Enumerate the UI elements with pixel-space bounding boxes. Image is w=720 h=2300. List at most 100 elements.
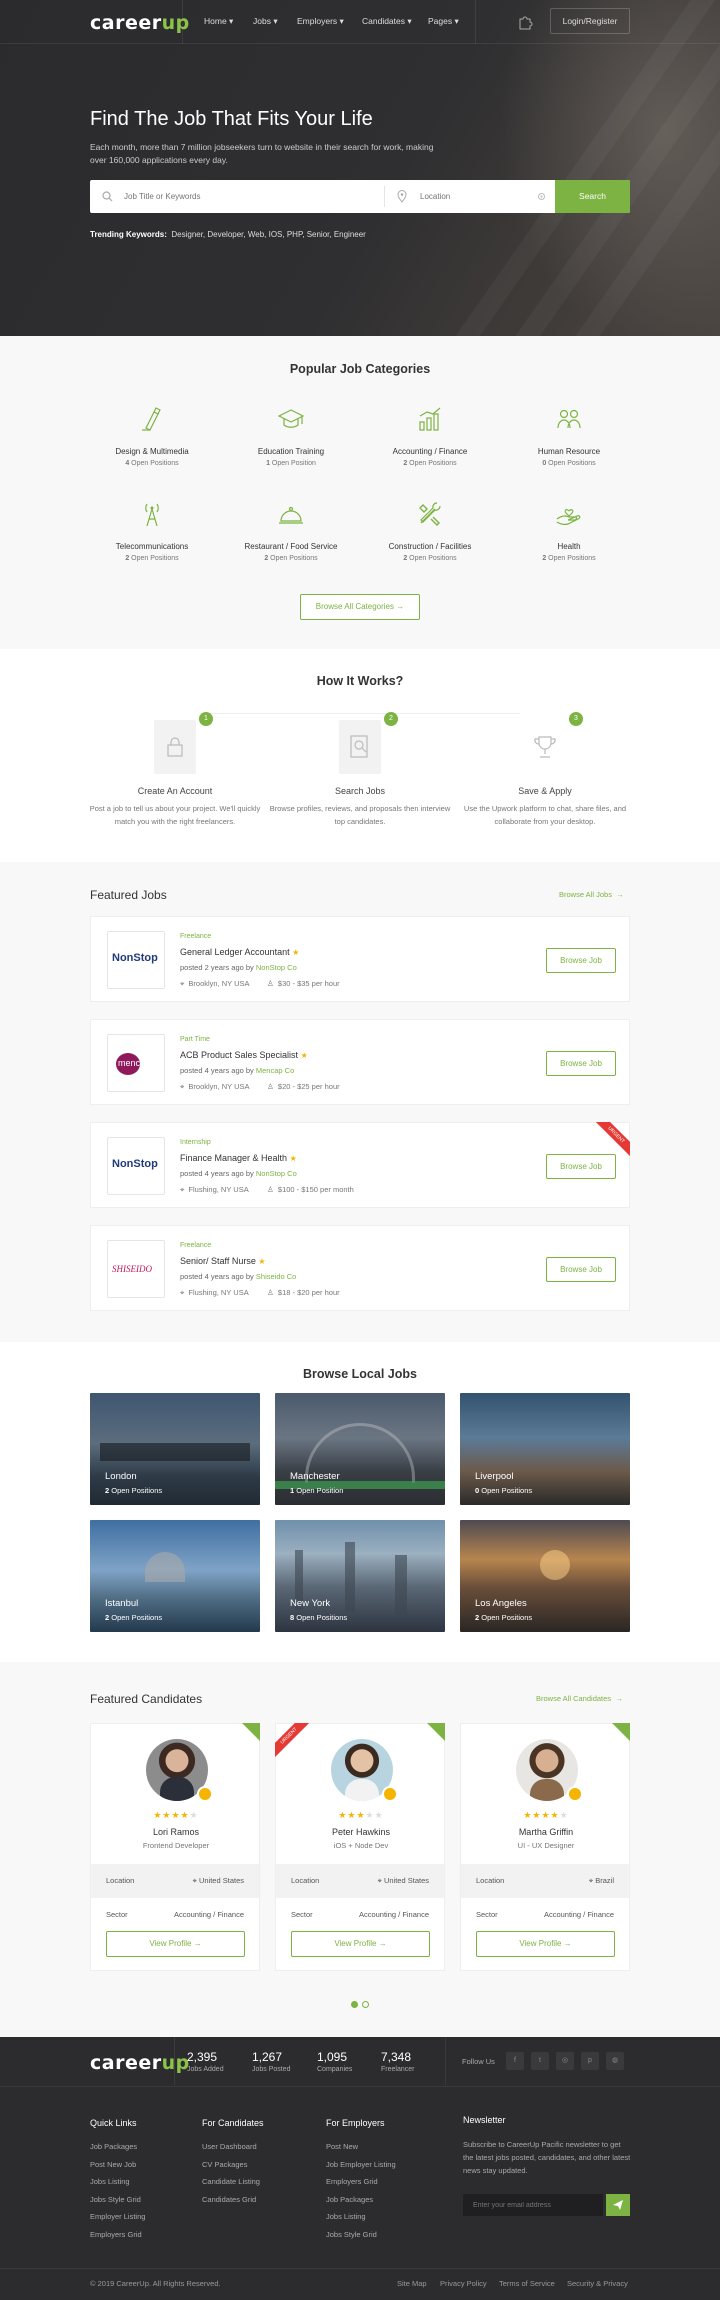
footer-link[interactable]: Post New: [326, 2142, 358, 2151]
location-input[interactable]: [386, 180, 536, 213]
location-pin-icon: ⌖: [588, 1876, 594, 1885]
browse-job-button[interactable]: Browse Job: [546, 948, 616, 973]
city-card-london[interactable]: London 2 Open Positions: [90, 1393, 260, 1505]
browse-job-button[interactable]: Browse Job: [546, 1257, 616, 1282]
rating-stars: ★★★★★: [153, 1810, 199, 1820]
browse-job-button[interactable]: Browse Job: [546, 1051, 616, 1076]
nav-employers[interactable]: Employers ▾: [297, 16, 344, 27]
nav-pages[interactable]: Pages ▾: [428, 16, 459, 27]
footer-link[interactable]: Jobs Style Grid: [326, 2230, 377, 2239]
login-register-button[interactable]: Login/Register: [550, 8, 630, 34]
footer-bottom-link[interactable]: Terms of Service: [499, 2279, 555, 2288]
category-design[interactable]: Design & Multimedia 4 Open Positions: [82, 404, 222, 467]
job-salary: ♙ $18 - $20 per hour: [267, 1288, 340, 1297]
category-accounting[interactable]: Accounting / Finance 2 Open Positions: [360, 404, 500, 467]
view-profile-button[interactable]: View Profile →: [476, 1931, 615, 1957]
category-health[interactable]: Health 2 Open Positions: [499, 499, 639, 562]
hero-title: Find The Job That Fits Your Life: [90, 108, 373, 130]
category-construction[interactable]: Construction / Facilities 2 Open Positio…: [360, 499, 500, 562]
job-title[interactable]: General Ledger Accountant ★: [180, 947, 299, 957]
candidate-sector: Sector Accounting / Finance: [106, 1910, 244, 1919]
keyword-search-input[interactable]: [90, 180, 385, 213]
nav-jobs[interactable]: Jobs ▾: [253, 16, 278, 27]
footer-link[interactable]: Post New Job: [90, 2160, 136, 2169]
browse-job-button[interactable]: Browse Job: [546, 1154, 616, 1179]
footer-link[interactable]: Employer Listing: [90, 2212, 145, 2221]
follow-us-label: Follow Us: [462, 2057, 495, 2066]
city-card-los-angeles[interactable]: Los Angeles 2 Open Positions: [460, 1520, 630, 1632]
location-pin-icon: ⌖: [180, 1185, 185, 1194]
candidate-name[interactable]: Lori Ramos: [91, 1827, 261, 1837]
job-card[interactable]: NonStop Freelance General Ledger Account…: [90, 916, 630, 1002]
crosshair-icon[interactable]: [537, 192, 546, 201]
stat-label: Freelancer: [381, 2066, 415, 2073]
newsletter-submit-button[interactable]: [606, 2194, 630, 2216]
footer-link[interactable]: Candidates Grid: [202, 2195, 256, 2204]
quick-links-title: Quick Links: [90, 2118, 137, 2128]
footer-link[interactable]: Jobs Style Grid: [90, 2195, 141, 2204]
view-profile-button[interactable]: View Profile →: [106, 1931, 245, 1957]
search-button[interactable]: Search: [555, 180, 630, 213]
chart-icon: [419, 407, 441, 431]
city-card-istanbul[interactable]: Istanbul 2 Open Positions: [90, 1520, 260, 1632]
footer-link[interactable]: User Dashboard: [202, 2142, 257, 2151]
job-title[interactable]: ACB Product Sales Specialist ★: [180, 1050, 308, 1060]
verified-badge: [382, 1786, 398, 1802]
candidate-card[interactable]: ★★★★★ Martha Griffin UI - UX Designer Lo…: [460, 1723, 630, 1971]
job-card[interactable]: mencap Part Time ACB Product Sales Speci…: [90, 1019, 630, 1105]
nav-candidates[interactable]: Candidates ▾: [362, 16, 412, 27]
footer-link[interactable]: Job Employer Listing: [326, 2160, 396, 2169]
pinterest-icon[interactable]: p: [581, 2052, 599, 2070]
category-restaurant[interactable]: Restaurant / Food Service 2 Open Positio…: [221, 499, 361, 562]
design-icon: [142, 407, 161, 431]
browse-all-candidates-link[interactable]: Browse All Candidates →: [536, 1694, 623, 1703]
browse-all-categories-button[interactable]: Browse All Categories →: [300, 594, 420, 620]
job-card[interactable]: URGENT NonStop Internship Finance Manage…: [90, 1122, 630, 1208]
featured-jobs-title: Featured Jobs: [90, 888, 167, 902]
job-title[interactable]: Senior/ Staff Nurse ★: [180, 1256, 266, 1266]
twitter-icon[interactable]: t: [531, 2052, 549, 2070]
rating-stars: ★★★★★: [338, 1810, 384, 1820]
city-card-new-york[interactable]: New York 8 Open Positions: [275, 1520, 445, 1632]
step-save-apply: 3 Save & Apply Use the Upwork platform t…: [450, 712, 640, 828]
dribbble-icon[interactable]: ◍: [606, 2052, 624, 2070]
instagram-icon[interactable]: ◎: [556, 2052, 574, 2070]
browse-all-jobs-link[interactable]: Browse All Jobs →: [559, 890, 624, 899]
money-icon: ♙: [267, 1185, 274, 1194]
bookmark-corner: [427, 1723, 445, 1741]
candidate-card[interactable]: URGENT ★★★★★ Peter Hawkins iOS + Node De…: [275, 1723, 445, 1971]
footer-link[interactable]: Jobs Listing: [90, 2177, 130, 2186]
footer-link[interactable]: Employers Grid: [326, 2177, 378, 2186]
newsletter-email-input[interactable]: [463, 2194, 603, 2216]
site-logo[interactable]: careerup: [90, 12, 190, 34]
candidate-name[interactable]: Martha Griffin: [461, 1827, 631, 1837]
category-education[interactable]: Education Training 1 Open Position: [221, 404, 361, 467]
featured-candidates-title: Featured Candidates: [90, 1692, 203, 1706]
city-card-liverpool[interactable]: Liverpool 0 Open Positions: [460, 1393, 630, 1505]
candidate-card[interactable]: ★★★★★ Lori Ramos Frontend Developer Loca…: [90, 1723, 260, 1971]
facebook-icon[interactable]: f: [506, 2052, 524, 2070]
footer-bottom-link[interactable]: Privacy Policy: [440, 2279, 487, 2288]
footer-link[interactable]: Jobs Listing: [326, 2212, 366, 2221]
footer-link[interactable]: Employers Grid: [90, 2230, 142, 2239]
carousel-dot[interactable]: [362, 2001, 369, 2008]
category-human-resource[interactable]: Human Resource 0 Open Positions: [499, 404, 639, 467]
footer-bottom-link[interactable]: Security & Privacy: [567, 2279, 628, 2288]
urgent-ribbon: URGENT: [275, 1723, 309, 1757]
job-card[interactable]: SHISEIDO Freelance Senior/ Staff Nurse ★…: [90, 1225, 630, 1311]
footer-bottom-link[interactable]: Site Map: [397, 2279, 427, 2288]
job-title[interactable]: Finance Manager & Health ★: [180, 1153, 297, 1163]
carousel-dot-active[interactable]: [351, 2001, 358, 2008]
footer-link[interactable]: Job Packages: [326, 2195, 373, 2204]
category-telecom[interactable]: Telecommunications 2 Open Positions: [82, 499, 222, 562]
candidate-role: UI - UX Designer: [517, 1841, 575, 1850]
stat-jobs-posted: 1,267: [252, 2050, 283, 2064]
view-profile-button[interactable]: View Profile →: [291, 1931, 430, 1957]
candidate-name[interactable]: Peter Hawkins: [276, 1827, 446, 1837]
puzzle-icon[interactable]: [517, 14, 533, 30]
footer-link[interactable]: CV Packages: [202, 2160, 247, 2169]
footer-link[interactable]: Job Packages: [90, 2142, 137, 2151]
footer-link[interactable]: Candidate Listing: [202, 2177, 260, 2186]
nav-home[interactable]: Home ▾: [204, 16, 233, 27]
city-card-manchester[interactable]: Manchester 1 Open Position: [275, 1393, 445, 1505]
